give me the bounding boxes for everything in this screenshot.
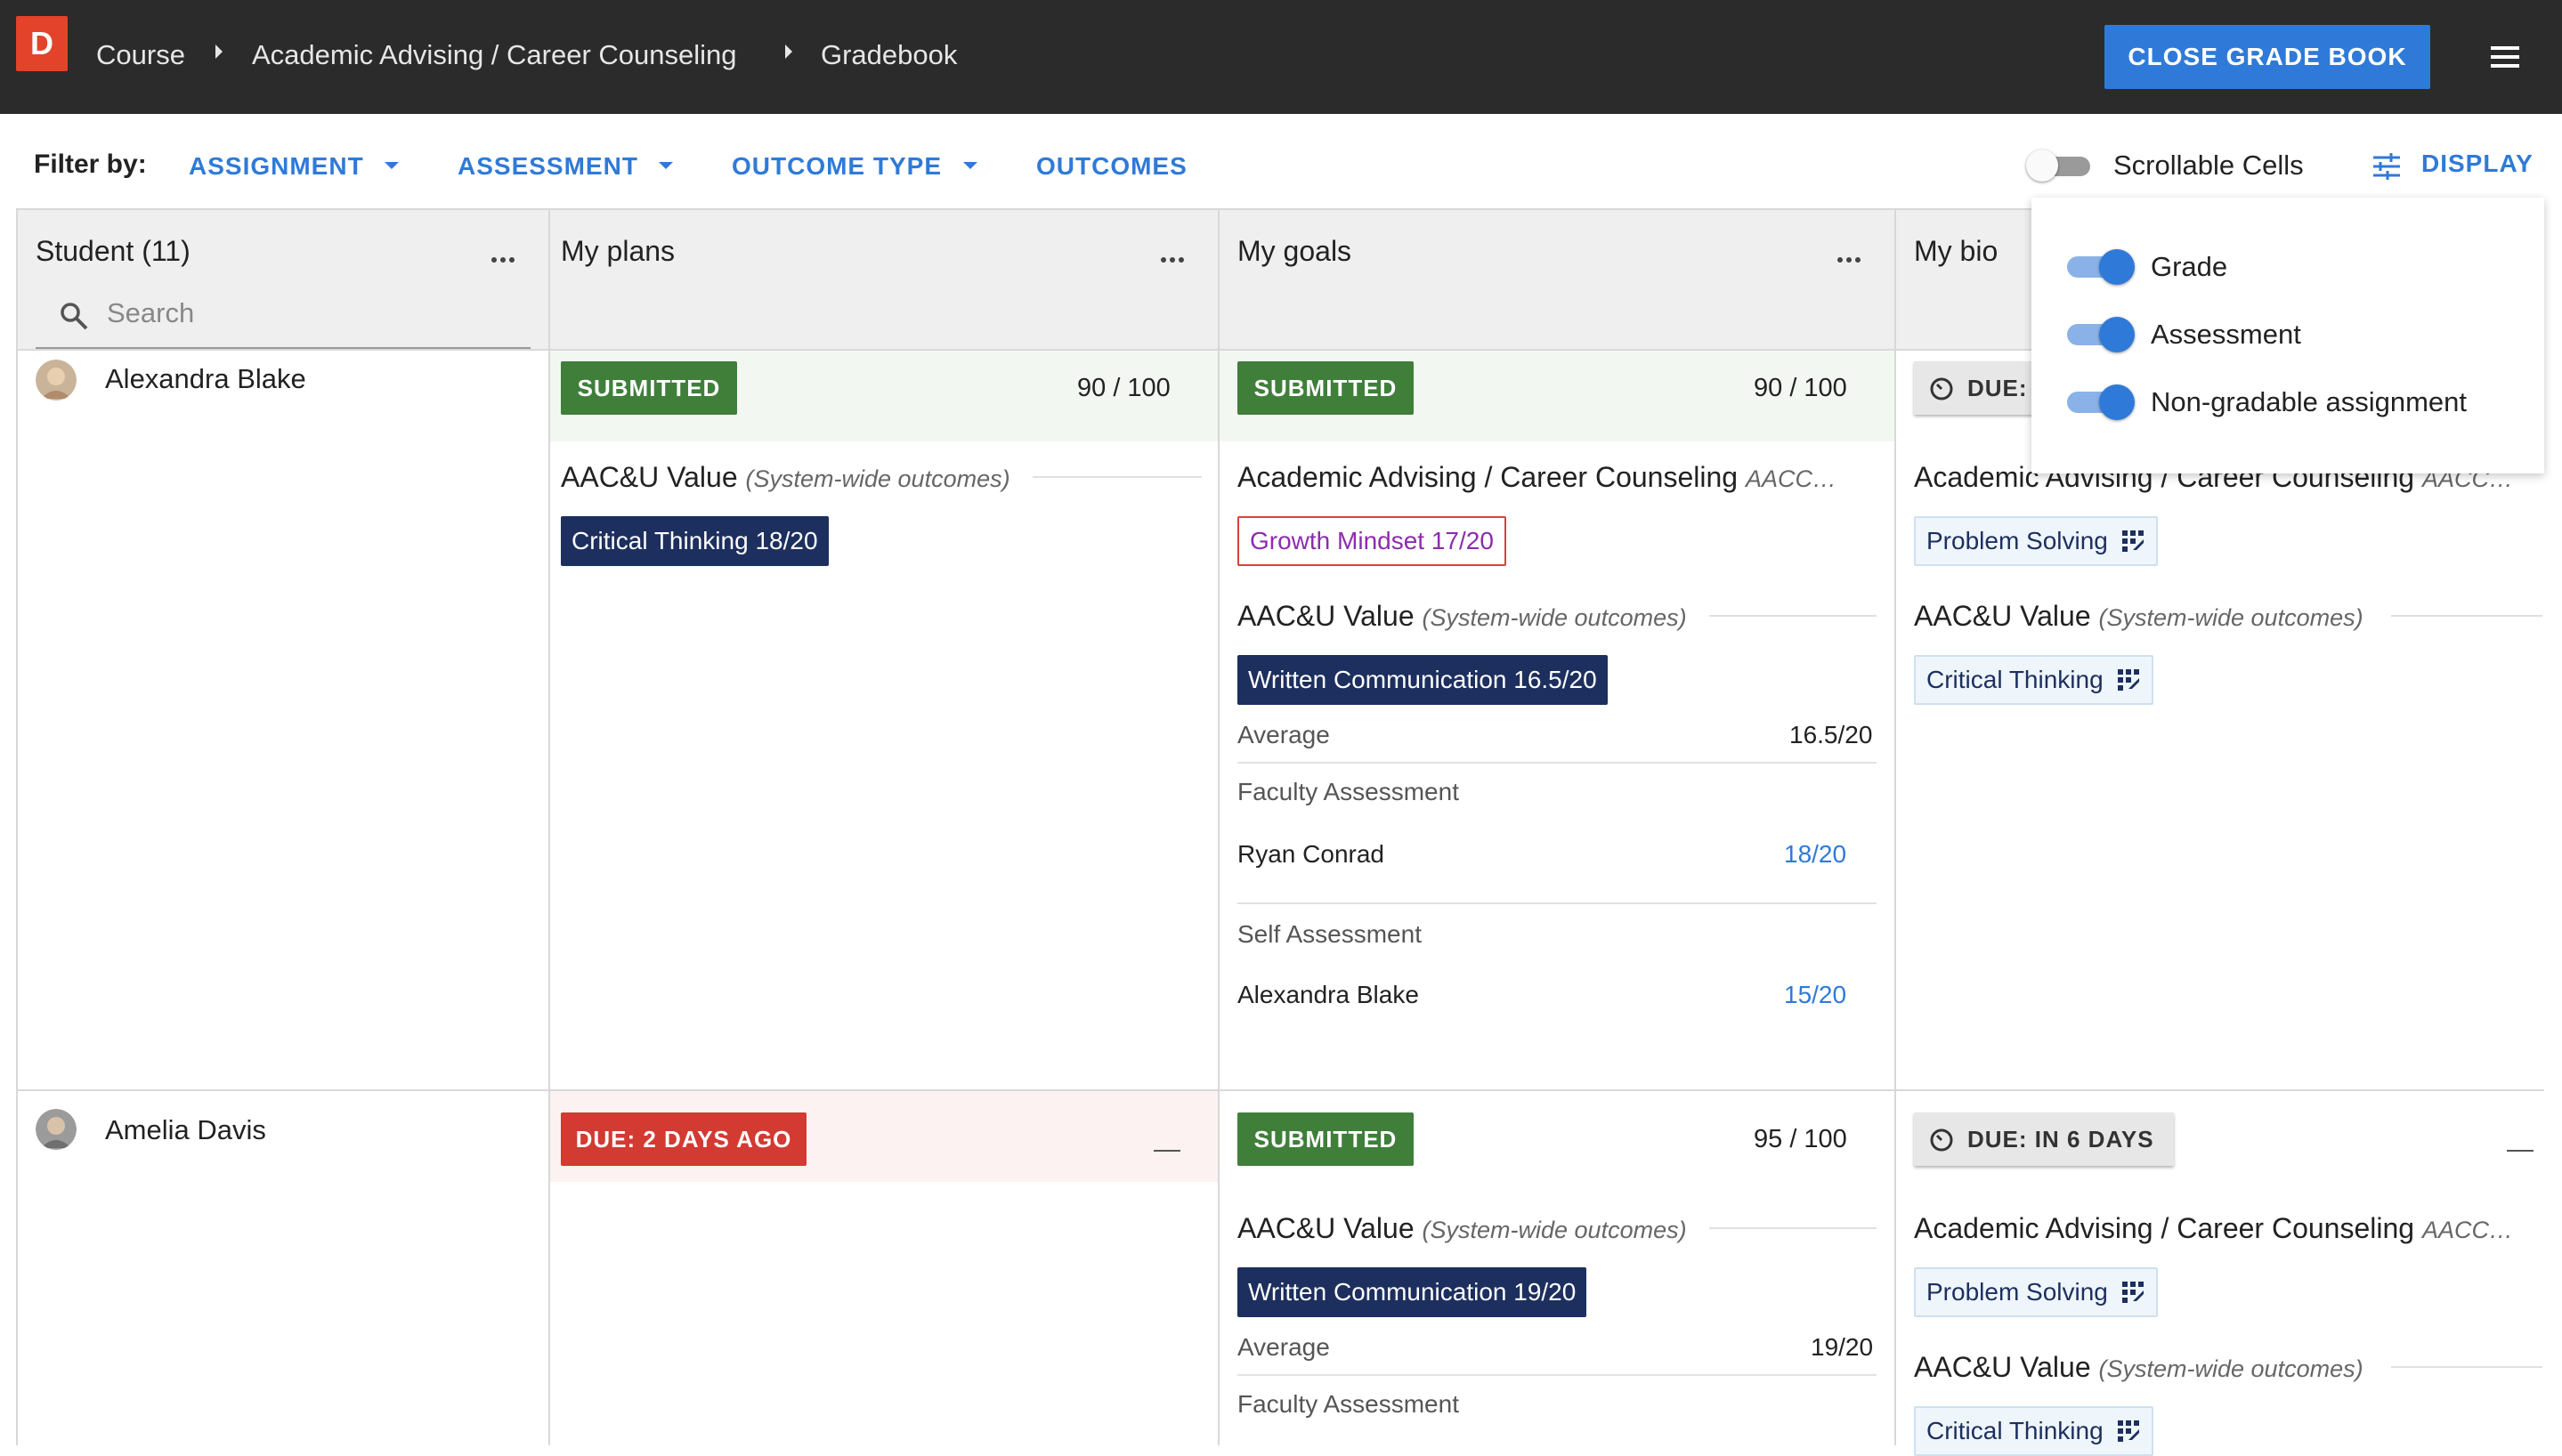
outcome-chip[interactable]: Written Communication 19/20 [1237, 1267, 1587, 1317]
timer-icon [1930, 1128, 1953, 1152]
empty-grade[interactable] [2507, 1150, 2534, 1152]
rubric-icon [2117, 669, 2139, 691]
breadcrumb-gradebook: Gradebook [821, 39, 958, 70]
outcome-group-title: AAC&U Value (System-wide outcomes) [1237, 1212, 1687, 1244]
grade-score[interactable]: 95 / 100 [1754, 1125, 1847, 1154]
divider [1709, 615, 1877, 617]
average-value: 19/20 [1811, 1333, 1874, 1361]
timer-icon [1930, 377, 1953, 400]
divider [1709, 1227, 1877, 1229]
non-gradable-toggle[interactable] [2067, 384, 2135, 420]
average-label: Average [1237, 721, 1330, 748]
app-logo[interactable]: D [16, 16, 68, 71]
divider [1237, 902, 1877, 904]
outcome-group-title: Academic Advising / Career Counseling AA… [1237, 461, 1836, 493]
status-badge: SUBMITTED [561, 361, 737, 415]
student-name[interactable]: Amelia Davis [105, 1114, 266, 1146]
filter-assessment[interactable]: ASSESSMENT [458, 152, 638, 181]
top-bar: D Course Academic Advising / Career Coun… [0, 0, 2562, 114]
filter-outcome-type[interactable]: OUTCOME TYPE [732, 152, 942, 181]
more-options-icon[interactable] [1161, 251, 1188, 263]
outcome-group-title: AAC&U Value (System-wide outcomes) [1237, 600, 1687, 632]
more-options-icon[interactable] [1837, 251, 1864, 263]
outcome-chip[interactable]: Critical Thinking [1914, 655, 2153, 705]
search-input[interactable]: Search [107, 297, 194, 329]
student-search[interactable]: Search [36, 287, 531, 349]
rubric-icon [2117, 1420, 2139, 1442]
outcome-chip[interactable]: Problem Solving [1914, 516, 2158, 566]
outcome-group-title: Academic Advising / Career Counseling AA… [1914, 1212, 2513, 1244]
scrollable-cells-label: Scrollable Cells [2113, 150, 2304, 181]
status-badge: SUBMITTED [1237, 1112, 1414, 1166]
column-divider [1894, 210, 1896, 1445]
display-button[interactable]: DISPLAY [2421, 150, 2534, 178]
faculty-assessment-label: Faculty Assessment [1237, 1390, 1459, 1418]
divider [1033, 476, 1202, 478]
empty-grade[interactable] [1154, 1150, 1180, 1152]
assignment-title-my-bio[interactable]: My bio [1914, 235, 1998, 268]
rubric-icon [2121, 530, 2144, 552]
outcome-group-title: AAC&U Value (System-wide outcomes) [1914, 600, 2363, 632]
outcome-group-title: AAC&U Value (System-wide outcomes) [561, 461, 1010, 493]
outcome-chip[interactable]: Critical Thinking 18/20 [561, 516, 829, 566]
assignment-column-header [1220, 210, 1896, 349]
average-label: Average [1237, 1333, 1330, 1361]
divider [1237, 762, 1877, 764]
caret-down-icon[interactable] [963, 162, 977, 169]
chevron-right-icon [215, 44, 223, 59]
grade-toggle-label: Grade [2151, 251, 2228, 282]
caret-down-icon[interactable] [659, 162, 673, 169]
outcome-chip[interactable]: Written Communication 16.5/20 [1237, 655, 1608, 705]
assignment-title-my-plans[interactable]: My plans [561, 235, 675, 268]
assessment-toggle-label: Assessment [2151, 319, 2301, 350]
menu-icon[interactable] [2491, 46, 2519, 68]
display-options-popover: Grade Assessment Non-gradable assignment [2031, 198, 2544, 473]
assignment-title-my-goals[interactable]: My goals [1237, 235, 1351, 268]
avatar [36, 360, 77, 400]
divider [2391, 615, 2542, 617]
assessor-name: Alexandra Blake [1237, 981, 1419, 1008]
filter-assignment[interactable]: ASSIGNMENT [189, 152, 364, 181]
close-gradebook-button[interactable]: CLOSE GRADE BOOK [2104, 25, 2430, 89]
status-badge: DUE: 2 DAYS AGO [561, 1112, 807, 1166]
outcome-chip[interactable]: Growth Mindset 17/20 [1237, 516, 1506, 566]
breadcrumb-course[interactable]: Course [96, 39, 185, 71]
breadcrumb-course-name[interactable]: Academic Advising / Career Counseling [252, 39, 737, 71]
status-badge: DUE: IN 6 DAYS [1914, 1112, 2174, 1166]
student-column-title: Student (11) [36, 235, 191, 267]
student-name[interactable]: Alexandra Blake [105, 363, 306, 395]
chevron-right-icon [785, 44, 792, 59]
faculty-assessment-label: Faculty Assessment [1237, 778, 1459, 805]
divider [2391, 1366, 2542, 1368]
caret-down-icon[interactable] [385, 162, 399, 169]
more-options-icon[interactable] [491, 251, 518, 263]
search-icon [61, 303, 88, 330]
non-gradable-toggle-label: Non-gradable assignment [2151, 386, 2467, 417]
assessment-score-link[interactable]: 15/20 [1784, 981, 1846, 1009]
outcome-chip[interactable]: Problem Solving [1914, 1267, 2158, 1317]
assessment-toggle[interactable] [2067, 317, 2135, 352]
outcome-group-title: AAC&U Value (System-wide outcomes) [1914, 1351, 2363, 1383]
assignment-column-header [550, 210, 1220, 349]
rubric-icon [2121, 1282, 2144, 1303]
status-badge: SUBMITTED [1237, 361, 1414, 415]
avatar [36, 1109, 77, 1150]
self-assessment-label: Self Assessment [1237, 920, 1422, 948]
divider [1237, 1374, 1877, 1376]
scrollable-cells-toggle[interactable] [2026, 150, 2090, 182]
grade-score[interactable]: 90 / 100 [1754, 374, 1847, 403]
filter-outcomes[interactable]: OUTCOMES [1036, 152, 1188, 181]
outcome-chip[interactable]: Critical Thinking [1914, 1406, 2153, 1456]
assessor-name: Ryan Conrad [1237, 840, 1384, 868]
grade-score[interactable]: 90 / 100 [1077, 374, 1171, 403]
filter-label: Filter by: [34, 150, 147, 179]
grade-toggle[interactable] [2067, 249, 2135, 285]
tune-icon[interactable] [2371, 153, 2402, 180]
average-value: 16.5/20 [1789, 721, 1873, 748]
assessment-score-link[interactable]: 18/20 [1784, 840, 1846, 869]
